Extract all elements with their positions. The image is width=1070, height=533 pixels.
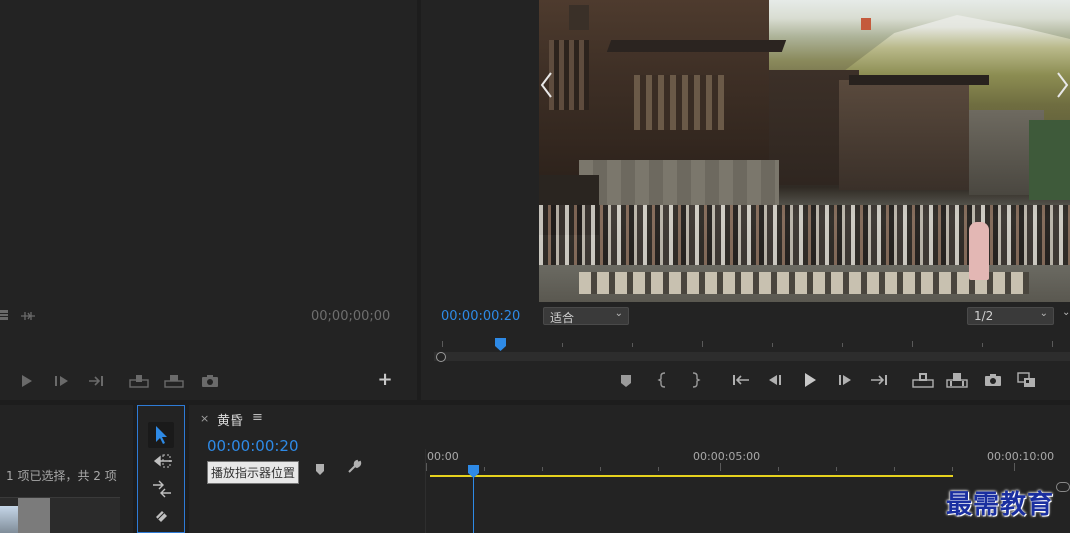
roof-eave (606, 40, 787, 52)
resolution-dropdown[interactable]: 1/2 ⌄ (967, 307, 1054, 325)
track-select-forward-icon[interactable] (151, 453, 173, 469)
balcony-railing (634, 75, 724, 130)
project-panel: 1 项已选择，共 2 项 (0, 405, 133, 533)
playhead-position-tooltip: 播放指示器位置 (207, 461, 300, 484)
step-forward-icon[interactable] (838, 373, 854, 387)
timeline-panel: × 黄昏 ≡ 00:00:00:20 播放指示器位置 00:00 00:00:0… (189, 405, 1070, 533)
chevron-down-icon: ⌄ (1039, 308, 1048, 319)
watermark-logo: 最需教育 (946, 490, 1055, 520)
marker-icon[interactable] (619, 373, 633, 389)
overwrite-icon[interactable] (20, 310, 36, 322)
lift-icon[interactable] (912, 372, 934, 388)
fit-dropdown[interactable]: 适合 ⌄ (543, 307, 629, 325)
program-timecode[interactable]: 00:00:00:20 (441, 309, 520, 324)
source-timecode[interactable]: 00;00;00;00 (311, 309, 390, 324)
source-step-forward-icon[interactable] (54, 374, 70, 388)
ruler-label-10s: 00:00:10:00 (987, 450, 1055, 463)
razor-tool-icon[interactable] (152, 507, 170, 525)
add-button-plus-icon[interactable]: + (377, 371, 393, 389)
selection-tool-button[interactable] (148, 422, 174, 448)
timeline-ruler-ticks[interactable] (426, 463, 1070, 471)
mark-in-icon[interactable] (656, 372, 670, 388)
work-area-bar[interactable] (430, 475, 953, 477)
go-to-out-icon[interactable] (870, 373, 888, 387)
camera-icon[interactable] (984, 373, 1002, 387)
upper-window (569, 5, 589, 30)
chevron-down-icon: ⌄ (614, 308, 623, 319)
step-back-icon[interactable] (766, 373, 782, 387)
scrollbar-handle[interactable] (436, 352, 446, 362)
ruler-label-0: 00:00 (427, 450, 459, 463)
roof-right (849, 75, 989, 85)
playhead-line (473, 475, 474, 533)
sequence-tab-label[interactable]: 黄昏 (217, 410, 243, 429)
compare-icon[interactable] (1017, 372, 1037, 388)
settings-chevron-icon[interactable]: ⌄ (1062, 307, 1070, 321)
program-video-frame (539, 0, 1070, 302)
pink-dress-person (969, 222, 989, 280)
trees-right (1029, 120, 1070, 200)
program-time-ruler[interactable] (434, 335, 1070, 349)
add-marker-icon[interactable] (315, 461, 325, 475)
selection-info: 1 项已选择，共 2 项 (6, 469, 117, 483)
fit-dropdown-label: 适合 (550, 311, 575, 325)
prev-frame-arrow-icon[interactable] (539, 70, 553, 100)
clip-thumbnail-2[interactable] (18, 498, 50, 533)
source-play-icon[interactable] (19, 374, 35, 388)
wooden-building-right (839, 80, 969, 190)
stepping-stones (579, 272, 1029, 294)
zoom-handle[interactable] (1056, 482, 1070, 492)
wrench-icon[interactable] (346, 459, 362, 475)
timeline-timecode[interactable]: 00:00:00:20 (207, 437, 299, 455)
clip-thumbnail-area[interactable] (0, 497, 120, 533)
program-playhead-icon[interactable] (495, 336, 506, 351)
ruler-label-5s: 00:00:05:00 (693, 450, 761, 463)
panel-menu-icon[interactable]: ≡ (252, 410, 263, 425)
window-shutters (549, 40, 589, 110)
clip-thumbnail[interactable] (0, 506, 18, 533)
go-to-in-icon[interactable] (732, 373, 750, 387)
source-go-to-out-icon[interactable] (88, 374, 104, 388)
resolution-dropdown-label: 1/2 (974, 309, 994, 323)
mark-out-icon[interactable] (688, 372, 702, 388)
track-header-divider (425, 449, 426, 533)
play-icon[interactable] (802, 372, 818, 388)
crowd-of-people (539, 205, 1070, 270)
next-frame-arrow-icon[interactable] (1056, 70, 1070, 100)
tools-panel (137, 405, 185, 533)
pagoda-roof (861, 18, 871, 30)
source-overwrite-icon[interactable] (164, 374, 184, 388)
source-insert-icon[interactable] (129, 374, 149, 388)
extract-icon[interactable] (946, 372, 968, 388)
source-camera-icon[interactable] (201, 374, 219, 388)
premiere-workspace: 00;00;00;00 + 00:00:00:20 适合 ⌄ 1/2 ⌄ ⌄ 1… (0, 0, 1070, 533)
insert-icon[interactable] (0, 309, 8, 321)
zoom-scrollbar[interactable] (434, 352, 1070, 361)
source-monitor-panel: 00;00;00;00 + (0, 0, 417, 400)
close-tab-icon[interactable]: × (200, 412, 209, 425)
ripple-edit-icon[interactable] (151, 480, 173, 498)
